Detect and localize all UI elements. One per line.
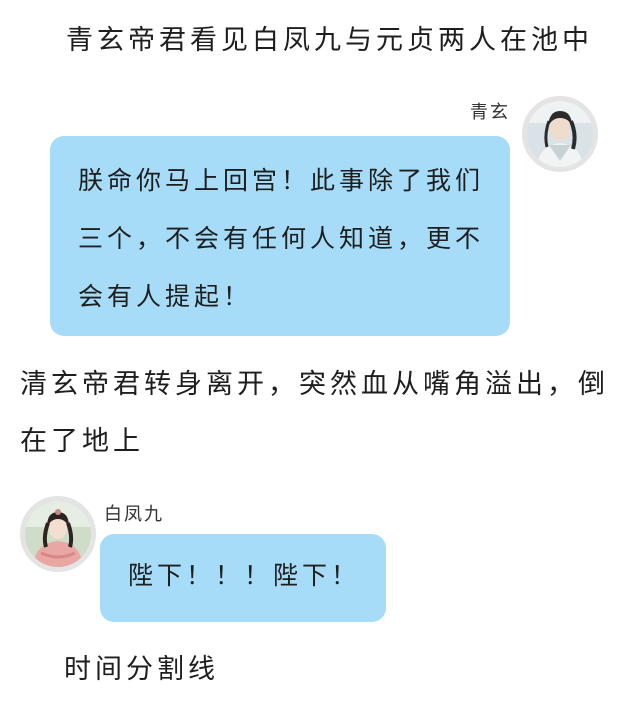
narration-text: 时间分割线: [64, 654, 219, 685]
avatar-portrait: [527, 101, 593, 167]
message-bubble[interactable]: 朕命你马上回宫！此事除了我们三个，不会有任何人知道，更不会有人提起！: [50, 136, 510, 336]
avatar-portrait: [25, 501, 91, 567]
message-bubble[interactable]: 陛下！！！陛下！: [100, 534, 386, 622]
sender-name: 青玄: [470, 102, 510, 123]
sender-name: 白凤九: [104, 504, 164, 525]
avatar[interactable]: [522, 96, 598, 172]
avatar[interactable]: [20, 496, 96, 572]
narration-text: 清玄帝君转身离开，突然血从嘴角溢出，倒在了地上: [20, 369, 609, 457]
narration-text: 青玄帝君看见白凤九与元贞两人在池中: [66, 25, 593, 56]
